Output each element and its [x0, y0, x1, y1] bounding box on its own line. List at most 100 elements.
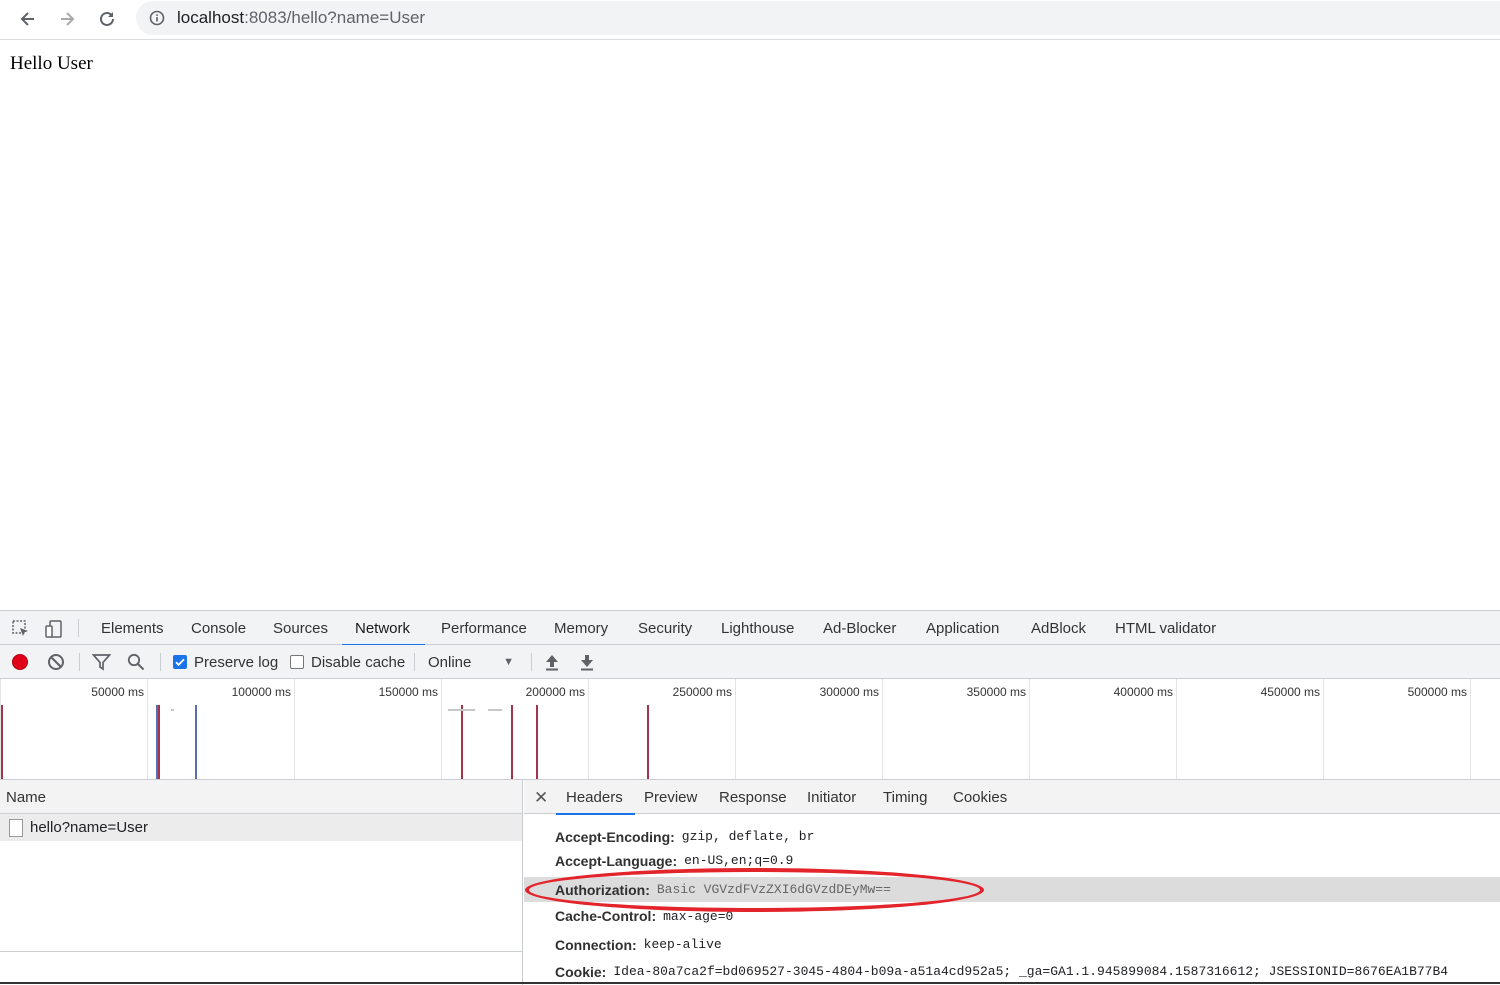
- url-host: localhost: [177, 8, 245, 27]
- record-button[interactable]: [12, 645, 28, 679]
- overview-request-mark: [647, 705, 649, 779]
- info-icon[interactable]: [149, 10, 165, 26]
- close-icon[interactable]: ✕: [534, 788, 548, 808]
- forward-button[interactable]: [52, 4, 82, 34]
- request-list: Name hello?name=User: [0, 780, 523, 985]
- tab-initiator[interactable]: Initiator: [807, 780, 856, 814]
- tab-cookies[interactable]: Cookies: [953, 780, 1007, 814]
- record-icon: [12, 654, 28, 670]
- browser-toolbar: localhost:8083/hello?name=User: [0, 0, 1500, 40]
- chevron-down-icon: ▼: [503, 656, 514, 668]
- header-key: Accept-Language:: [555, 853, 678, 869]
- overview-tick-label: 250000 ms: [672, 685, 732, 699]
- back-button[interactable]: [13, 4, 43, 34]
- overview-tick-label: 200000 ms: [525, 685, 585, 699]
- address-bar[interactable]: localhost:8083/hello?name=User: [136, 1, 1500, 35]
- tab-lighthouse[interactable]: Lighthouse: [721, 611, 794, 645]
- tab-elements[interactable]: Elements: [101, 611, 164, 645]
- search-button[interactable]: [127, 645, 145, 679]
- header-key: Authorization:: [555, 881, 650, 898]
- preserve-log-label: Preserve log: [194, 653, 279, 671]
- overview-request-bar: [488, 709, 502, 711]
- export-har-button[interactable]: [579, 645, 595, 679]
- tab-security[interactable]: Security: [638, 611, 692, 645]
- preserve-log-checkbox[interactable]: Preserve log: [173, 645, 278, 679]
- overview-gridline: [1176, 679, 1177, 779]
- throttling-select[interactable]: Online ▼: [428, 645, 516, 679]
- overview-tick-label: 50000 ms: [91, 685, 144, 699]
- clear-button[interactable]: [47, 645, 65, 679]
- tab-network[interactable]: Network: [341, 611, 426, 646]
- tab-performance[interactable]: Performance: [441, 611, 527, 645]
- import-har-button[interactable]: [544, 645, 560, 679]
- tab-console[interactable]: Console: [191, 611, 246, 645]
- tab-adblock[interactable]: AdBlock: [1031, 611, 1086, 645]
- tab-application[interactable]: Application: [926, 611, 999, 645]
- overview-gridline: [588, 679, 589, 779]
- request-header-row: Accept-Language: en-US,en;q=0.9: [524, 851, 1500, 871]
- checkbox-unchecked-icon: [290, 655, 304, 669]
- disable-cache-checkbox[interactable]: Disable cache: [290, 645, 405, 679]
- reload-button[interactable]: [92, 4, 122, 34]
- devtools-panel: Elements Console Sources Network Perform…: [0, 610, 1500, 985]
- overview-request-mark: [461, 705, 463, 779]
- column-header-name[interactable]: Name: [0, 780, 522, 814]
- overview-tick-label: 450000 ms: [1260, 685, 1320, 699]
- overview-tick-label: 400000 ms: [1113, 685, 1173, 699]
- overview-gridline: [147, 679, 148, 779]
- overview-request-mark: [158, 705, 160, 779]
- overview-tick-label: 100000 ms: [231, 685, 291, 699]
- filter-button[interactable]: [92, 645, 111, 679]
- overview-request-bar: [171, 709, 174, 711]
- tab-timing[interactable]: Timing: [883, 780, 927, 814]
- overview-request-mark: [536, 705, 538, 779]
- tab-headers[interactable]: Headers: [556, 780, 635, 815]
- tab-html-validator[interactable]: HTML validator: [1115, 611, 1216, 645]
- network-overview-timeline[interactable]: 50000 ms 100000 ms 150000 ms 200000 ms 2…: [0, 679, 1500, 780]
- tab-memory[interactable]: Memory: [554, 611, 608, 645]
- arrow-left-icon: [20, 12, 34, 26]
- tab-preview[interactable]: Preview: [644, 780, 697, 814]
- checkbox-checked-icon: [173, 655, 187, 669]
- request-details-panel: ✕ Headers Preview Response Initiator Tim…: [524, 780, 1500, 985]
- search-icon: [127, 653, 145, 671]
- overview-request-mark: [1, 705, 3, 779]
- overview-gridline: [882, 679, 883, 779]
- download-icon: [581, 655, 593, 671]
- throttling-value: Online: [428, 653, 472, 671]
- table-row[interactable]: hello?name=User: [0, 814, 522, 841]
- header-key: Accept-Encoding:: [555, 828, 675, 845]
- request-header-row: Cookie: Idea-80a7ca2f=bd069527-3045-4804…: [524, 959, 1500, 984]
- overview-tick-label: 300000 ms: [819, 685, 879, 699]
- header-key: Connection:: [555, 936, 637, 953]
- tabbar-separator: [78, 619, 79, 637]
- header-value: keep-alive: [643, 937, 722, 952]
- network-toolbar: Preserve log Disable cache Online ▼: [0, 645, 1500, 679]
- overview-gridline: [294, 679, 295, 779]
- details-tabbar: ✕ Headers Preview Response Initiator Tim…: [524, 780, 1500, 815]
- toolbar-separator: [531, 653, 532, 671]
- request-header-row: Accept-Encoding: gzip, deflate, br: [524, 824, 1500, 849]
- arrow-right-icon: [61, 12, 75, 26]
- request-list-footer: [0, 951, 522, 985]
- request-header-row: Connection: keep-alive: [524, 932, 1500, 957]
- reload-icon: [100, 11, 114, 26]
- header-value: max-age=0: [663, 908, 734, 924]
- request-header-row-authorization: Authorization: Basic VGVzdFVzZXI6dGVzdDE…: [524, 877, 1500, 902]
- request-name: hello?name=User: [30, 819, 148, 836]
- upload-icon: [546, 655, 558, 671]
- url-path: :8083/hello?name=User: [244, 8, 426, 27]
- page-body-text: Hello User: [10, 53, 93, 74]
- devtools-bottom-border: [0, 982, 1500, 984]
- overview-gridline: [1470, 679, 1471, 779]
- tab-sources[interactable]: Sources: [273, 611, 328, 645]
- toolbar-separator: [79, 653, 80, 671]
- header-value: Basic VGVzdFVzZXI6dGVzdDEyMw==: [656, 882, 891, 897]
- inspect-element-icon[interactable]: [11, 619, 31, 639]
- tab-response[interactable]: Response: [719, 780, 787, 814]
- overview-gridline: [1323, 679, 1324, 779]
- device-toolbar-icon[interactable]: [44, 619, 64, 639]
- document-icon: [9, 818, 23, 837]
- tab-ad-blocker[interactable]: Ad-Blocker: [823, 611, 896, 645]
- overview-gridline: [735, 679, 736, 779]
